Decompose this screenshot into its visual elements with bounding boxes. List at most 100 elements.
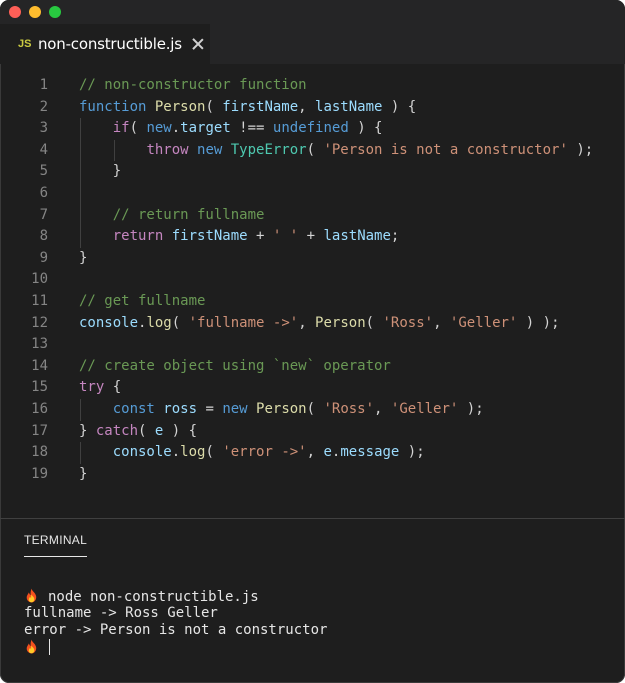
code-token: } <box>79 465 88 482</box>
code-token: if <box>112 120 130 137</box>
code-token: + <box>247 228 273 245</box>
terminal-text: error -> Person is not a constructor <box>24 622 328 638</box>
code-token: return <box>112 228 172 245</box>
code-token: ) ); <box>517 314 560 331</box>
code-token: } <box>79 249 88 266</box>
code-token: 'Person is not a constructor' <box>323 141 568 158</box>
code-token: 'Geller' <box>449 314 518 331</box>
tab-terminal[interactable]: TERMINAL <box>24 533 87 547</box>
close-window-button[interactable] <box>9 6 21 18</box>
code-token: 'fullname ->' <box>188 314 299 331</box>
code-text: if( new.target !== undefined ) { <box>79 118 383 140</box>
code-text: function Person( firstName, lastName ) { <box>79 97 416 119</box>
code-editor[interactable]: 1 // non-constructor function 2 function Pe… <box>0 75 625 495</box>
close-tab-icon[interactable] <box>192 38 204 50</box>
line-number: 18 <box>31 444 48 461</box>
terminal-cursor <box>49 639 50 655</box>
code-token: } <box>79 163 122 180</box>
line-number: 5 <box>39 163 48 180</box>
code-token: console <box>112 444 172 461</box>
code-token: , <box>298 98 316 115</box>
terminal-output-line: error -> Person is not a constructor <box>24 622 327 639</box>
terminal-command-line: node non-constructible.js <box>24 588 327 605</box>
code-token: const <box>112 401 164 417</box>
code-text: // create object using `new` operator <box>79 356 391 378</box>
line-number: 17 <box>31 422 48 439</box>
code-text: throw new TypeError( 'Person is not a co… <box>79 140 593 162</box>
code-text: } <box>79 464 87 486</box>
line-number: 12 <box>31 314 48 331</box>
line-number: 2 <box>39 98 48 115</box>
code-token: , <box>298 314 316 331</box>
code-token: , <box>433 314 450 331</box>
flame-icon <box>24 639 41 654</box>
terminal-output[interactable]: node non-constructible.js fullname -> Ros… <box>24 588 327 656</box>
zoom-window-button[interactable] <box>49 6 61 18</box>
code-line[interactable]: 17} catch( e ) { <box>0 421 625 443</box>
minimize-window-button[interactable] <box>29 6 41 18</box>
code-line[interactable]: 13 <box>0 334 625 356</box>
code-token: try <box>79 379 105 396</box>
code-text: console.log( 'fullname ->', Person( 'Ros… <box>79 313 560 335</box>
code-line[interactable]: 4 throw new TypeError( 'Person is not a … <box>0 139 625 162</box>
code-line[interactable]: 15 try { <box>0 377 625 399</box>
panel-divider <box>0 518 625 519</box>
code-text: console.log( 'error ->', e.message ); <box>79 442 425 464</box>
tab-label: non-constructible.js <box>38 35 182 53</box>
code-line[interactable]: 12 console.log( 'fullname ->', Person( 'R… <box>0 313 625 335</box>
code-token: ( <box>205 444 223 461</box>
code-token: ); <box>399 444 425 461</box>
code-token: . <box>171 120 181 137</box>
code-token: ( <box>138 422 155 439</box>
code-text: // return fullname <box>79 205 265 227</box>
line-number: 6 <box>39 185 48 201</box>
line-number: 15 <box>31 379 48 396</box>
line-number: 8 <box>39 228 48 245</box>
code-line[interactable]: 1 // non-constructor function <box>0 75 625 97</box>
code-token: 'Geller' <box>390 401 459 417</box>
code-line[interactable]: 9} <box>0 248 625 270</box>
code-text: try { <box>79 377 121 399</box>
code-text: // non-constructor function <box>79 75 307 97</box>
code-line[interactable]: 7 // return fullname <box>0 204 625 227</box>
code-line[interactable]: 8 return firstName + ' ' + lastName; <box>0 226 625 248</box>
code-token: ) { <box>163 422 198 439</box>
code-token: lastName <box>315 98 383 115</box>
code-token: function <box>79 98 155 115</box>
code-token: // non-constructor function <box>79 77 307 93</box>
tab-non-constructible-js[interactable]: JS non-constructible.js <box>0 24 210 64</box>
code-line[interactable]: 18 console.log( 'error ->', e.message ); <box>0 442 625 464</box>
code-line[interactable]: 2 function Person( firstName, lastName ) … <box>0 97 625 119</box>
code-token: 'Ross' <box>382 314 434 331</box>
line-number: 11 <box>31 293 48 309</box>
code-line[interactable]: 16 const ross = new Person( 'Ross', 'Gel… <box>0 399 625 421</box>
code-line[interactable]: 14 // create object using `new` operator <box>0 356 625 378</box>
code-token: console <box>79 314 139 331</box>
line-number: 1 <box>39 77 48 93</box>
code-token: , <box>306 444 324 461</box>
code-token: ' ' <box>272 228 299 245</box>
code-line[interactable]: 19} <box>0 464 625 486</box>
code-text: const ross = new Person( 'Ross', 'Geller… <box>79 399 484 421</box>
code-token: firstName <box>171 228 248 245</box>
line-number: 7 <box>39 206 48 223</box>
javascript-file-icon: JS <box>18 38 32 50</box>
line-number: 14 <box>31 357 48 374</box>
code-token: ( <box>205 98 223 115</box>
code-line[interactable]: 3 if( new.target !== undefined ) { <box>0 118 625 140</box>
code-line[interactable]: 5 } <box>0 161 625 183</box>
code-token: // return fullname <box>112 206 265 223</box>
code-token: ) { <box>382 98 417 115</box>
code-line[interactable]: 10 <box>0 269 625 291</box>
code-line[interactable]: 11 // get fullname <box>0 291 625 313</box>
terminal-prompt[interactable] <box>24 639 327 656</box>
code-token: ( <box>306 141 324 158</box>
code-line[interactable]: 6 <box>0 183 625 205</box>
code-token: = <box>197 401 223 417</box>
line-number: 4 <box>39 141 48 158</box>
code-token: Person <box>256 401 307 417</box>
code-token: Person <box>154 98 206 115</box>
